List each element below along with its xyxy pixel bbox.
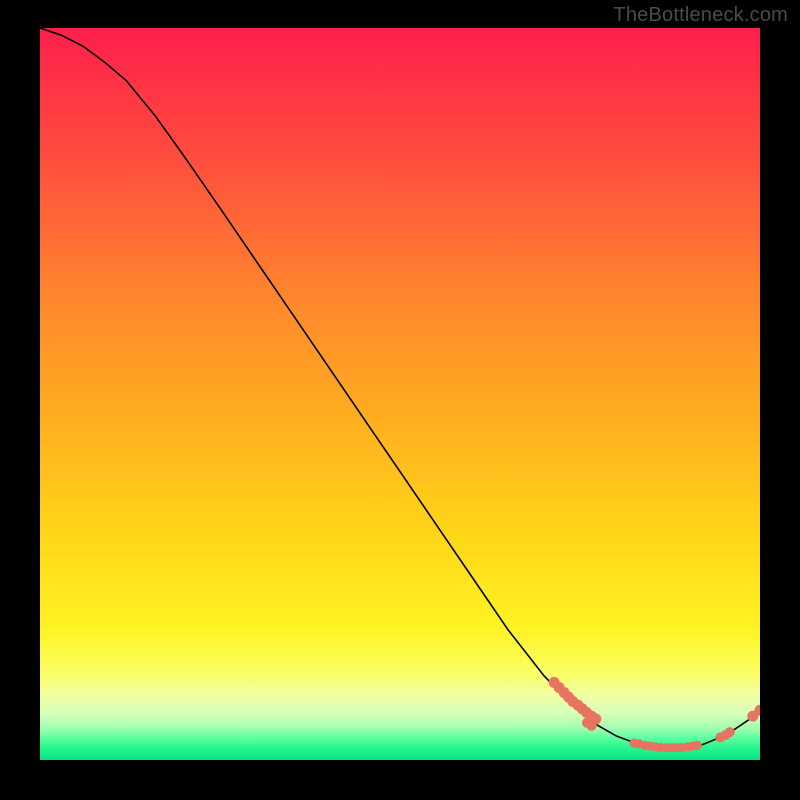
gradient-background: [40, 28, 760, 760]
watermark-text: TheBottleneck.com: [613, 4, 788, 27]
chart-svg: [40, 28, 760, 760]
chart-frame: TheBottleneck.com: [0, 0, 800, 800]
data-marker: [725, 727, 735, 737]
plot-area: [40, 28, 760, 760]
data-marker: [586, 720, 596, 730]
data-marker: [693, 741, 702, 750]
